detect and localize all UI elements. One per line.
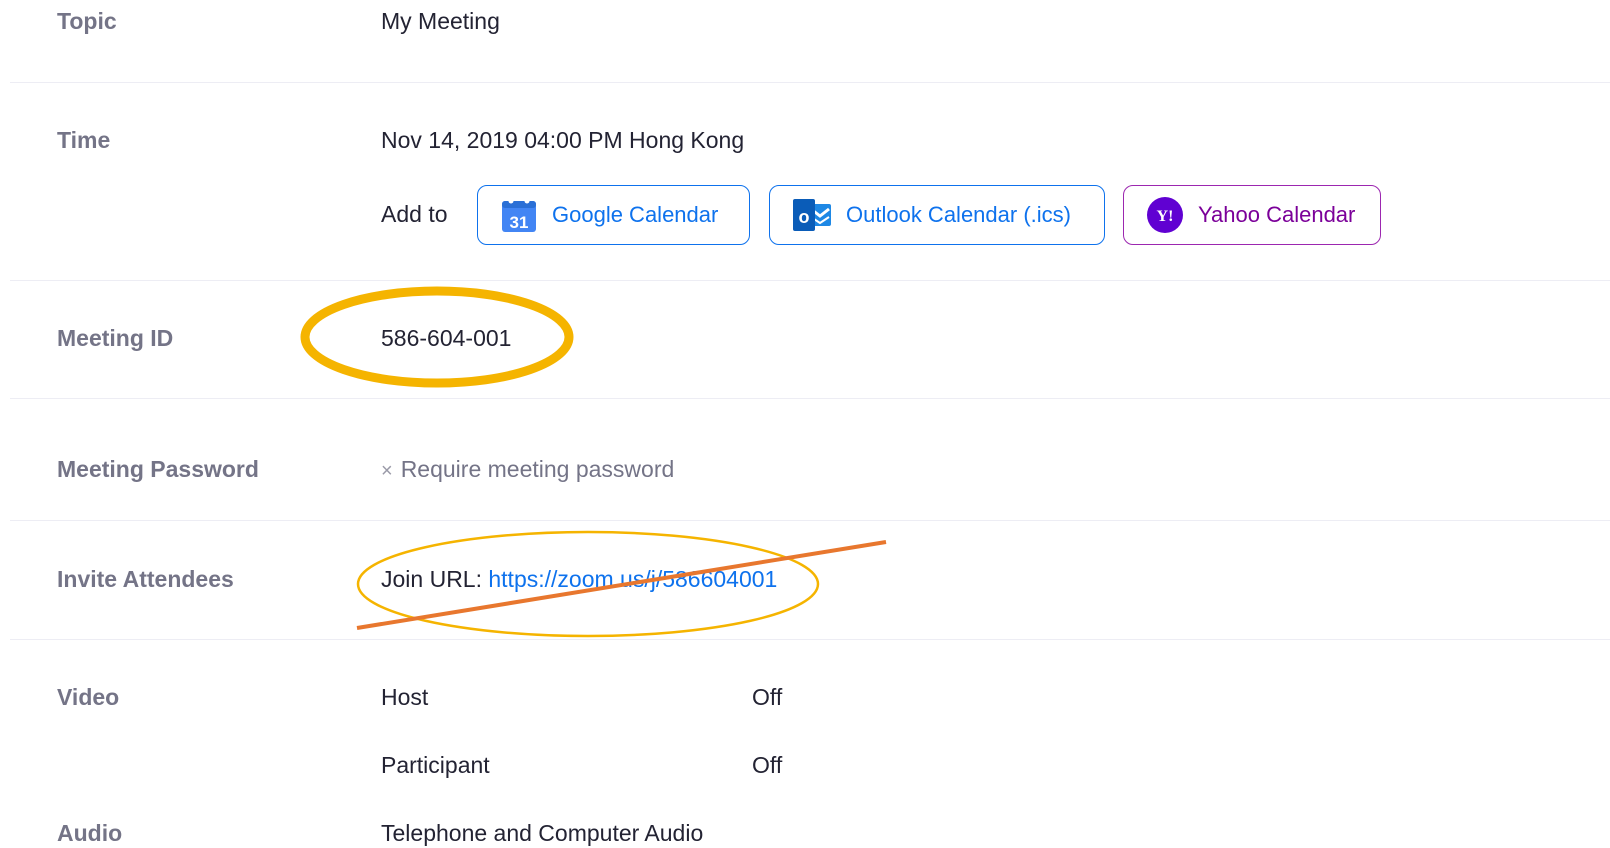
audio-label: Audio	[57, 820, 123, 846]
yahoo-calendar-icon: Y!	[1146, 196, 1184, 234]
video-label: Video	[57, 684, 120, 710]
google-calendar-button[interactable]: 31 Google Calendar	[477, 185, 750, 245]
yahoo-calendar-label: Yahoo Calendar	[1198, 202, 1356, 227]
join-url-row: Join URL: https://zoom.us/j/586604001	[381, 566, 777, 593]
audio-value: Telephone and Computer Audio	[381, 820, 704, 846]
google-calendar-icon: 31	[500, 197, 538, 233]
time-value: Nov 14, 2019 04:00 PM Hong Kong	[381, 127, 745, 153]
video-participant-value: Off	[752, 752, 783, 778]
meeting-password-label: Meeting Password	[57, 456, 259, 482]
invite-attendees-label: Invite Attendees	[57, 566, 234, 592]
svg-text:o: o	[799, 207, 810, 227]
svg-text:31: 31	[510, 213, 529, 232]
yahoo-calendar-button[interactable]: Y! Yahoo Calendar	[1123, 185, 1381, 245]
divider	[10, 82, 1610, 83]
x-icon: ×	[381, 460, 393, 482]
meeting-details-page: Topic My Meeting Time Nov 14, 2019 04:00…	[0, 0, 1610, 848]
outlook-calendar-label: Outlook Calendar (.ics)	[846, 202, 1071, 227]
add-to-label: Add to	[381, 201, 448, 227]
meeting-password-value: × Require meeting password	[381, 456, 674, 483]
outlook-calendar-button[interactable]: o Outlook Calendar (.ics)	[769, 185, 1105, 245]
annotation-overlay	[300, 286, 887, 638]
topic-label: Topic	[57, 8, 117, 34]
video-participant-label: Participant	[381, 752, 490, 778]
video-host-value: Off	[752, 684, 783, 710]
google-calendar-label: Google Calendar	[552, 202, 719, 227]
topic-value: My Meeting	[381, 8, 500, 34]
svg-text:Y!: Y!	[1157, 208, 1174, 225]
join-url-label: Join URL:	[381, 566, 482, 592]
video-host-label: Host	[381, 684, 429, 710]
join-url-link[interactable]: https://zoom.us/j/586604001	[488, 566, 777, 592]
require-password-text: Require meeting password	[400, 456, 675, 482]
divider	[10, 639, 1610, 640]
divider	[10, 520, 1610, 521]
meeting-id-label: Meeting ID	[57, 325, 174, 351]
meeting-id-value: 586-604-001	[381, 325, 512, 351]
divider	[10, 280, 1610, 281]
divider	[10, 398, 1610, 399]
outlook-calendar-icon: o	[792, 197, 832, 233]
time-label: Time	[57, 127, 111, 153]
